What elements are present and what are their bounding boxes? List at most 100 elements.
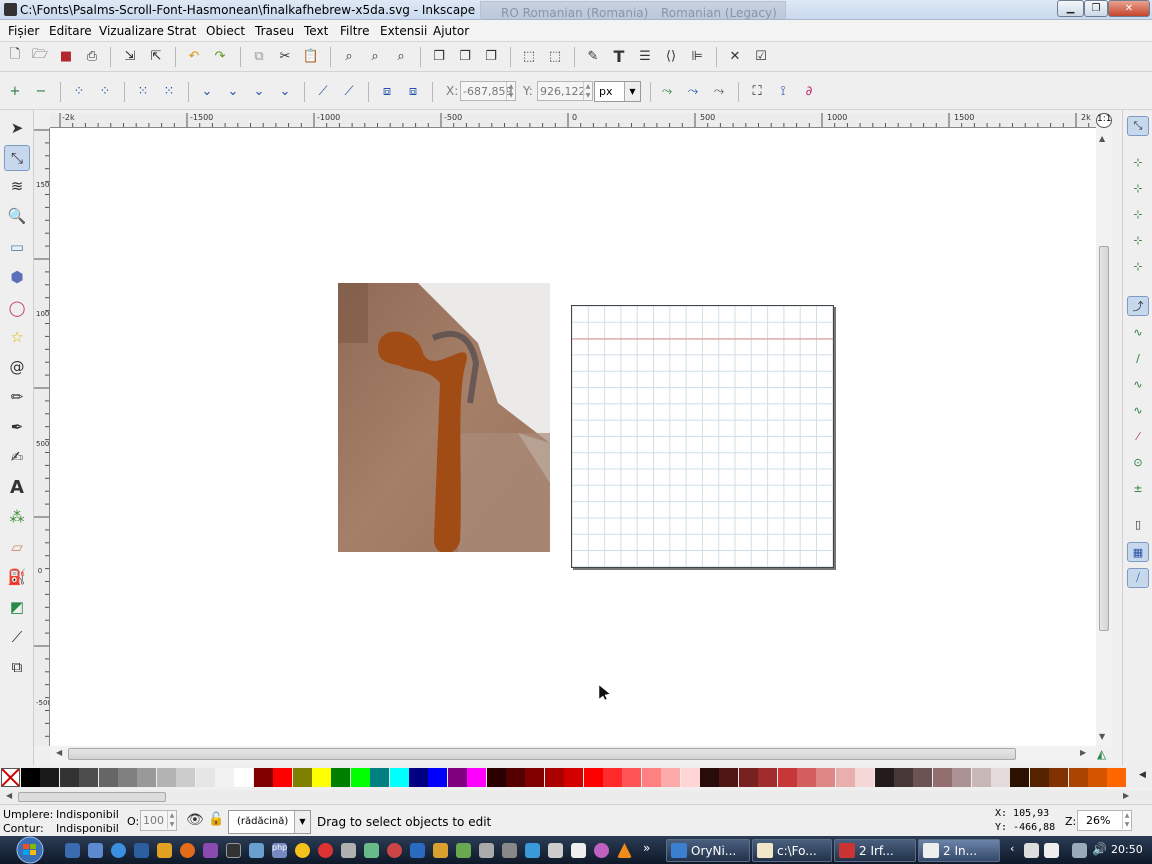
snap-nodes-icon[interactable]: ⤴ <box>1127 296 1149 316</box>
menu-object[interactable]: Obiect <box>206 24 245 38</box>
zoom-tool-icon[interactable]: 🔍 <box>4 203 30 229</box>
color-swatch[interactable] <box>40 768 60 787</box>
color-swatch[interactable] <box>1107 768 1127 787</box>
php-icon[interactable]: php <box>272 843 287 858</box>
chevron-down-icon[interactable]: ▼ <box>294 811 310 833</box>
snap-smooth-nodes-icon[interactable]: ∿ <box>1127 400 1149 420</box>
quicklaunch-app-icon[interactable] <box>433 843 448 858</box>
show-outline-icon[interactable]: ∂ <box>800 82 818 100</box>
color-swatch[interactable] <box>525 768 545 787</box>
pen-tool-icon[interactable]: ✒ <box>4 414 30 440</box>
selector-tool-icon[interactable]: ➤ <box>4 115 30 141</box>
eraser-tool-icon[interactable]: ▱ <box>4 534 30 560</box>
quicklaunch-app-icon[interactable] <box>387 843 402 858</box>
color-swatch[interactable] <box>971 768 991 787</box>
star-tool-icon[interactable]: ☆ <box>4 324 30 350</box>
group-icon[interactable]: ⬚ <box>520 47 538 65</box>
taskbar-item[interactable]: 2 Irf... <box>834 839 916 862</box>
color-swatch[interactable] <box>331 768 351 787</box>
zoom-selection-icon[interactable]: ⌕ <box>340 47 358 65</box>
copy-icon[interactable]: ⧉ <box>250 47 268 65</box>
zoom-input[interactable]: 26% ▲ ▼ <box>1077 810 1132 831</box>
open-icon[interactable]: 🗁 <box>31 47 49 65</box>
color-swatch[interactable] <box>1029 768 1049 787</box>
language-secondary[interactable]: Romanian (Legacy) <box>661 6 777 20</box>
join-nodes-icon[interactable]: ⁘ <box>70 82 88 100</box>
dropper-tool-icon[interactable]: ⟋ <box>4 624 30 650</box>
quicklaunch-app-icon[interactable] <box>548 843 563 858</box>
snap-bbox-icon[interactable]: ⊹ <box>1127 152 1149 172</box>
palette-menu-icon[interactable]: ◀ <box>1139 770 1146 780</box>
join-segment-icon[interactable]: ⁙ <box>134 82 152 100</box>
color-swatch[interactable] <box>176 768 196 787</box>
color-swatch[interactable] <box>719 768 739 787</box>
maximize-button[interactable]: ❐ <box>1084 0 1108 17</box>
no-paint-swatch[interactable] <box>1 768 20 787</box>
volume-icon[interactable]: 🔊 <box>1092 842 1107 856</box>
palette-scroll-right-icon[interactable]: ▶ <box>1123 791 1129 800</box>
color-swatch[interactable] <box>234 768 254 787</box>
quicklaunch-app-icon[interactable] <box>456 843 471 858</box>
menu-extensions[interactable]: Extensii <box>380 24 427 38</box>
color-swatch[interactable] <box>370 768 390 787</box>
color-swatch[interactable] <box>447 768 467 787</box>
color-swatch[interactable] <box>21 768 40 787</box>
color-swatch[interactable] <box>544 768 564 787</box>
quicklaunch-app-icon[interactable] <box>364 843 379 858</box>
color-managed-view-icon[interactable]: ◭ <box>1097 747 1111 761</box>
color-swatch[interactable] <box>1088 768 1107 787</box>
delete-segment-icon[interactable]: ⁙ <box>160 82 178 100</box>
color-swatch[interactable] <box>700 768 719 787</box>
next-path-effect-icon[interactable]: ⤳ <box>658 82 676 100</box>
import-icon[interactable]: ⇲ <box>121 47 139 65</box>
opacity-spin-arrows[interactable]: ▲ ▼ <box>167 811 176 829</box>
gradient-tool-icon[interactable]: ◩ <box>4 594 30 620</box>
document-page[interactable] <box>571 305 834 568</box>
color-swatch[interactable] <box>777 768 797 787</box>
color-swatch[interactable] <box>622 768 642 787</box>
zoom-1-1-icon[interactable]: 1:1 <box>1096 113 1112 128</box>
x-spin-arrows[interactable]: ▲ ▼ <box>506 82 515 100</box>
3d-box-tool-icon[interactable]: ⬢ <box>4 264 30 290</box>
color-swatch[interactable] <box>156 768 176 787</box>
quicklaunch-app-icon[interactable] <box>203 843 218 858</box>
zoom-spin-arrows[interactable]: ▲ ▼ <box>1122 811 1131 829</box>
node-tool-icon[interactable]: ⤡ <box>4 145 30 171</box>
quicklaunch-app-icon[interactable] <box>571 843 586 858</box>
y-spin-arrows[interactable]: ▲ ▼ <box>583 82 592 100</box>
color-swatch[interactable] <box>98 768 118 787</box>
snap-bbox-edge-icon[interactable]: ⊹ <box>1127 178 1149 198</box>
color-swatch[interactable] <box>428 768 448 787</box>
quicklaunch-app-icon[interactable] <box>594 843 609 858</box>
tray-icon[interactable] <box>1024 843 1039 858</box>
snap-bbox-midpoint-icon[interactable]: ⊹ <box>1127 230 1149 250</box>
snap-rotation-center-icon[interactable]: ± <box>1127 478 1149 498</box>
close-button[interactable]: ✕ <box>1108 0 1150 17</box>
spiral-tool-icon[interactable]: @ <box>4 354 30 380</box>
zoom-drawing-icon[interactable]: ⌕ <box>366 47 384 65</box>
scroll-down-icon[interactable]: ▼ <box>1099 732 1105 741</box>
menu-edit[interactable]: Editare <box>49 24 92 38</box>
print-icon[interactable]: ⎙ <box>83 47 101 65</box>
taskbar-item[interactable]: 2 In... <box>918 839 1000 862</box>
tweak-tool-icon[interactable]: ≋ <box>4 173 30 199</box>
vertical-scrollbar[interactable]: ▲ ▼ <box>1096 128 1112 746</box>
unit-select[interactable]: px ▼ <box>594 81 641 102</box>
menu-file[interactable]: Fișier <box>8 24 39 38</box>
break-path-icon[interactable]: ⁘ <box>96 82 114 100</box>
color-swatch[interactable] <box>835 768 855 787</box>
quicklaunch-app-icon[interactable] <box>157 843 172 858</box>
color-swatch[interactable] <box>1010 768 1030 787</box>
color-swatch[interactable] <box>137 768 157 787</box>
switch-windows-icon[interactable] <box>88 843 103 858</box>
inkscape-app-icon[interactable] <box>4 3 17 16</box>
minimize-button[interactable]: ▁ <box>1057 0 1084 17</box>
color-swatch[interactable] <box>932 768 952 787</box>
color-swatch[interactable] <box>195 768 215 787</box>
color-swatch[interactable] <box>312 768 331 787</box>
cut-icon[interactable]: ✂ <box>276 47 294 65</box>
xml-editor-icon[interactable]: ⟨⟩ <box>662 47 680 65</box>
color-swatch[interactable] <box>273 768 293 787</box>
object-to-path-icon[interactable]: ⧈ <box>378 82 396 100</box>
fill-stroke-icon[interactable]: ✎ <box>584 47 602 65</box>
